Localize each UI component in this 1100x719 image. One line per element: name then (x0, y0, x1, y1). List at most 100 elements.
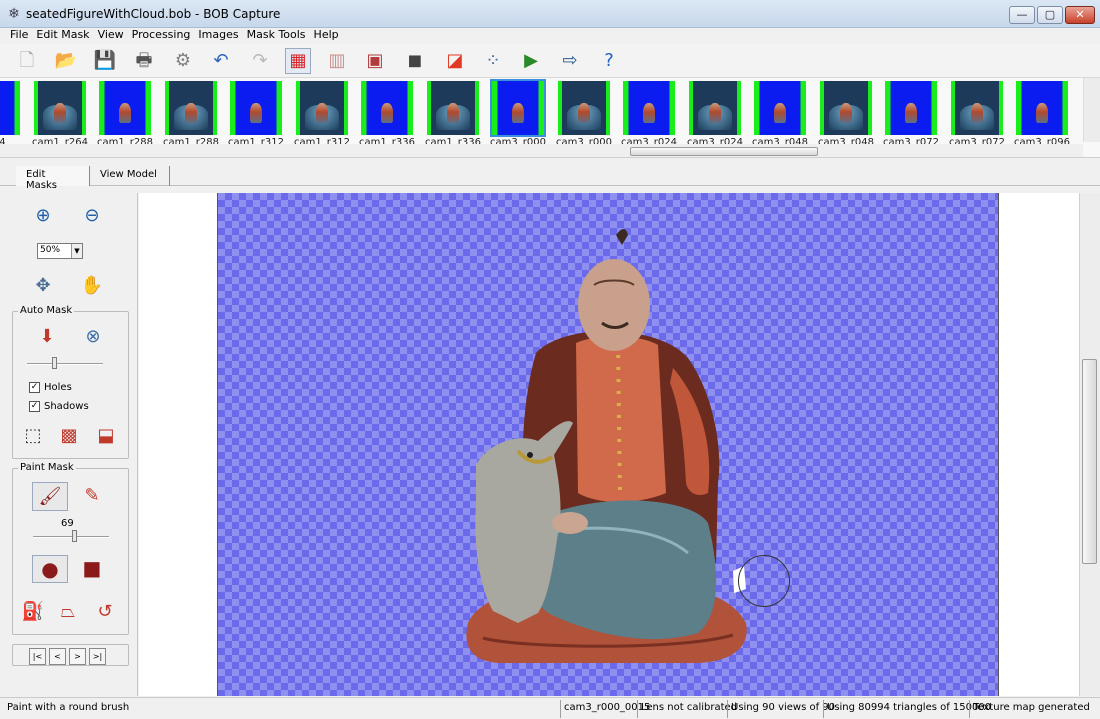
thumbnail-image[interactable] (165, 81, 217, 135)
auto-mask-apply-icon[interactable]: ⬇ (35, 324, 59, 348)
thumbnail-image[interactable] (689, 81, 741, 135)
thumbnail-scroll-thumb[interactable] (630, 147, 818, 156)
maximize-button[interactable]: ▢ (1037, 6, 1063, 24)
tab-view-model[interactable]: View Model (90, 166, 170, 186)
canvas-vertical-scrollbar[interactable] (1079, 193, 1100, 696)
thumbnail-image[interactable] (754, 81, 806, 135)
title-bar: ❄ seatedFigureWithCloud.bob - BOB Captur… (0, 0, 1100, 28)
thumbnail-image[interactable] (361, 81, 413, 135)
thumbnail-figure (1036, 102, 1048, 123)
thumbnail-figure (447, 102, 459, 123)
menu-edit-mask[interactable]: Edit Mask (32, 28, 93, 42)
zoom-in-icon[interactable]: ⊕ (31, 203, 55, 227)
menu-help[interactable]: Help (310, 28, 343, 42)
menu-images[interactable]: Images (194, 28, 242, 42)
thumbnail-image[interactable] (490, 79, 546, 137)
single-view-icon[interactable]: ▥ (324, 48, 350, 74)
export-icon[interactable]: ⇨ (557, 48, 583, 74)
zoom-level-select[interactable]: 50% ▼ (37, 243, 83, 259)
new-document-icon[interactable]: 🗋 (14, 48, 40, 74)
point-cloud-icon[interactable]: ⁘ (480, 48, 506, 74)
previous-image-button[interactable]: < (49, 648, 66, 665)
mask-stamp-icon[interactable]: ⬓ (94, 423, 118, 447)
settings-gear-icon[interactable]: ⚙ (170, 48, 196, 74)
thumbnail-image[interactable] (427, 81, 479, 135)
thumbnail-picture (0, 81, 20, 135)
masked-image-view[interactable] (217, 193, 999, 696)
thumbnail-image[interactable] (623, 81, 675, 135)
auto-mask-title: Auto Mask (18, 305, 75, 316)
mask-fill-icon[interactable]: ▩ (57, 423, 81, 447)
holes-checkbox[interactable]: ✓ (29, 382, 40, 393)
seated-figure-image (466, 229, 747, 663)
thumbnail-image[interactable] (558, 81, 610, 135)
zoom-out-icon[interactable]: ⊖ (80, 203, 104, 227)
save-disk-icon[interactable]: 💾 (92, 48, 118, 74)
shadows-checkbox[interactable]: ✓ (29, 401, 40, 412)
mask-cube-icon[interactable]: ▣ (362, 48, 388, 74)
first-image-button[interactable]: |< (29, 648, 46, 665)
holes-label: Holes (44, 382, 72, 393)
holes-checkbox-row[interactable]: ✓ Holes (29, 382, 72, 393)
auto-mask-slider-knob[interactable] (52, 357, 57, 369)
menu-mask-tools[interactable]: Mask Tools (243, 28, 310, 42)
undo-icon[interactable]: ↶ (208, 48, 234, 74)
pan-hand-icon[interactable]: ✋ (80, 273, 104, 297)
paint-mask-group: Paint Mask 🖌 ✎ 69 ● ■ ⛽ ⏢ ↺ (12, 462, 129, 635)
paint-brush-icon[interactable]: 🖌 (32, 482, 68, 511)
freehand-lasso-icon[interactable]: ↺ (93, 599, 117, 623)
brush-size-slider-knob[interactable] (72, 530, 77, 542)
round-brush-icon[interactable]: ● (32, 555, 68, 583)
next-image-button[interactable]: > (69, 648, 86, 665)
play-icon[interactable]: ▶ (518, 48, 544, 74)
erase-brush-icon[interactable]: ✎ (80, 483, 104, 507)
toolbar: 🗋 📂 💾 🖶 ⚙ ↶ ↷ ▦ ▥ ▣ ◼ ◪ ⁘ ▶ ⇨? (0, 44, 1100, 78)
figure-hand (552, 512, 588, 534)
thumbnail-figure (316, 102, 328, 123)
thumbnail-horizontal-scrollbar[interactable] (0, 144, 1083, 157)
thumbnail-image[interactable] (34, 81, 86, 135)
thumbnail-image[interactable] (820, 81, 872, 135)
thumbnail-image[interactable] (951, 81, 1003, 135)
thumbnail-image[interactable] (0, 81, 20, 135)
thumbnail-figure (250, 102, 262, 123)
mask-editor-canvas[interactable] (139, 193, 1079, 696)
texture-cube-icon[interactable]: ◪ (442, 48, 468, 74)
brush-size-slider[interactable] (33, 530, 109, 542)
grid-view-icon[interactable]: ▦ (285, 48, 311, 74)
thumbnail-figure (381, 102, 393, 123)
thumbnail-figure (185, 102, 197, 123)
menu-view[interactable]: View (94, 28, 128, 42)
canvas-scroll-thumb[interactable] (1082, 359, 1097, 564)
thumbnail-image[interactable] (296, 81, 348, 135)
shadows-checkbox-row[interactable]: ✓ Shadows (29, 401, 89, 412)
fit-to-window-icon[interactable]: ✥ (31, 273, 55, 297)
thumbnail-vertical-scrollbar[interactable] (1083, 78, 1100, 142)
thumbnail-image[interactable] (230, 81, 282, 135)
tab-edit-masks[interactable]: Edit Masks (16, 166, 90, 191)
square-brush-icon[interactable]: ■ (80, 556, 104, 580)
help-icon[interactable]: ? (596, 48, 622, 74)
menu-file[interactable]: File (0, 28, 32, 42)
thumbnail-image[interactable] (99, 81, 151, 135)
close-button[interactable]: ✕ (1065, 6, 1095, 24)
thumbnail-image[interactable] (1016, 81, 1068, 135)
polygon-lasso-icon[interactable]: ⏢ (56, 599, 80, 623)
thumbnail-image[interactable] (885, 81, 937, 135)
menu-bar: File Edit Mask View Processing Images Mask To… (0, 28, 1100, 44)
redo-icon[interactable]: ↷ (247, 48, 273, 74)
paint-bucket-icon[interactable]: ⛽ (21, 599, 45, 623)
build-model-icon[interactable]: ◼ (402, 48, 428, 74)
status-message: Paint with a round brush (7, 702, 130, 713)
last-image-button[interactable]: >| (89, 648, 106, 665)
window-title: seatedFigureWithCloud.bob - BOB Capture (26, 7, 281, 21)
minimize-button[interactable]: — (1009, 6, 1035, 24)
auto-mask-threshold-slider[interactable] (27, 357, 103, 369)
open-folder-icon[interactable]: 📂 (53, 48, 79, 74)
thumbnail-figure (54, 102, 66, 123)
print-icon[interactable]: 🖶 (131, 48, 157, 74)
menu-processing[interactable]: Processing (128, 28, 195, 42)
dog-eye (527, 452, 533, 458)
auto-mask-reset-icon[interactable]: ⊗ (81, 324, 105, 348)
rectangle-select-icon[interactable]: ⬚ (21, 423, 45, 447)
